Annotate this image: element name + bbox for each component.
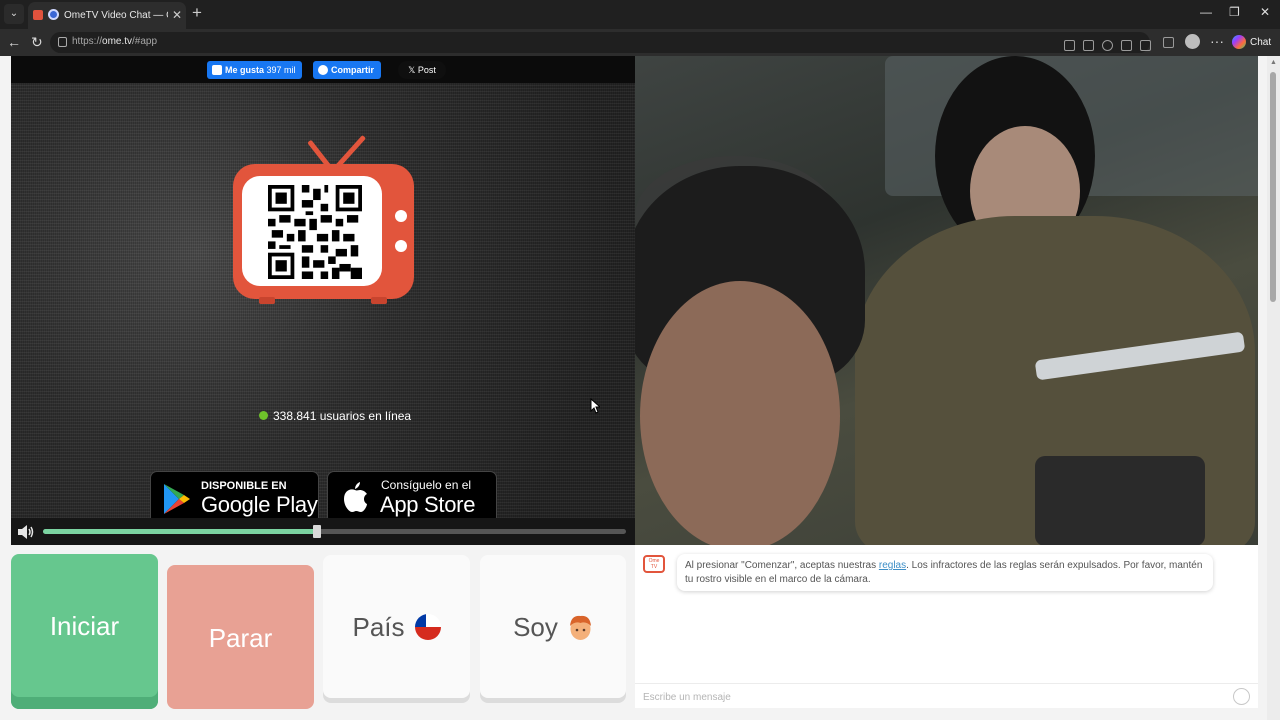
site-info-icon[interactable] (58, 37, 67, 47)
url-text: https://ome.tv/#app (72, 36, 158, 47)
google-play-badge[interactable]: DISPONIBLE EN Google Play (150, 471, 319, 524)
browser-tabbar: ⌄ OmeTV Video Chat — Omegle ✕ + — ❐ ✕ (0, 0, 1280, 29)
facebook-like-button[interactable]: Me gusta 397 mil (207, 61, 302, 79)
minimize-icon[interactable]: — (1200, 5, 1212, 19)
browser-address-bar: ← ↻ https://ome.tv/#app ··· Chat (0, 29, 1280, 56)
qr-code-icon (268, 185, 362, 279)
translate-icon[interactable] (1083, 40, 1094, 51)
chile-flag-icon (414, 614, 441, 640)
facebook-icon (318, 65, 328, 75)
app-available-icon[interactable] (1064, 40, 1075, 51)
scroll-thumb[interactable] (1270, 72, 1276, 302)
apple-logo-icon (344, 482, 367, 512)
stop-button[interactable]: Parar (167, 565, 314, 709)
ometv-logo-icon: Ome TV (643, 555, 665, 573)
mouse-cursor-icon (590, 398, 600, 414)
browser-tab-active[interactable]: OmeTV Video Chat — Omegle ✕ (28, 2, 186, 29)
tracking-icon[interactable] (1102, 40, 1113, 51)
message-input-bar (635, 683, 1258, 708)
favorites-icon[interactable] (1163, 37, 1174, 48)
url-field[interactable]: https://ome.tv/#app (50, 32, 1151, 53)
tab-actions-menu-icon[interactable]: ⌄ (4, 4, 24, 24)
facebook-share-button[interactable]: Compartir (313, 61, 381, 79)
online-users-status: 338.841 usuarios en línea (259, 409, 411, 423)
volume-handle[interactable] (313, 525, 321, 538)
back-icon[interactable]: ← (7, 33, 21, 51)
copilot-icon (1232, 35, 1246, 50)
volume-slider[interactable] (43, 525, 626, 538)
person-face (640, 281, 840, 545)
google-play-icon (164, 484, 190, 514)
tv-foot (259, 297, 275, 304)
chat-panel: Ome TV Al presionar "Comenzar", aceptas … (635, 545, 1258, 708)
tab-favicon-icon (33, 10, 43, 20)
more-menu-icon[interactable]: ··· (1210, 32, 1224, 50)
favorite-star-icon[interactable] (1121, 40, 1132, 51)
speaker-icon[interactable] (17, 524, 35, 540)
emoji-icon[interactable] (1233, 688, 1250, 705)
window-close-icon[interactable]: ✕ (1260, 5, 1270, 19)
copilot-chat-button[interactable]: Chat (1232, 34, 1271, 51)
tv-body (233, 164, 414, 299)
volume-bar (11, 518, 635, 545)
camera-in-use-icon[interactable] (1140, 40, 1151, 51)
ometv-tv-logo (231, 131, 416, 304)
rules-link[interactable]: reglas (879, 560, 906, 571)
profile-avatar[interactable] (1185, 34, 1200, 49)
tv-knob (395, 210, 407, 222)
gender-select-button[interactable]: Soy (480, 555, 626, 698)
thumbs-up-icon (212, 65, 222, 75)
boy-emoji-icon (568, 614, 593, 641)
local-video-panel: Me gusta 397 mil Compartir 𝕏 Post 338.84… (11, 56, 635, 545)
tv-foot (371, 297, 387, 304)
scroll-up-icon[interactable]: ▲ (1270, 59, 1277, 66)
start-button[interactable]: Iniciar (11, 554, 158, 709)
tab-recording-icon (48, 9, 59, 20)
app-store-badge[interactable]: Consíguelo en el App Store (327, 471, 497, 524)
x-logo-icon: 𝕏 (408, 65, 416, 75)
remote-video-panel (635, 56, 1258, 545)
message-input[interactable] (643, 689, 1213, 705)
x-post-button[interactable]: 𝕏 Post (398, 61, 446, 79)
restore-icon[interactable]: ❐ (1229, 5, 1240, 19)
tab-title: OmeTV Video Chat — Omegle (64, 10, 168, 21)
rules-notice-message: Al presionar "Comenzar", aceptas nuestra… (677, 554, 1213, 591)
tv-knob (395, 240, 407, 252)
page-scrollbar[interactable]: ▲ (1267, 56, 1280, 720)
reload-icon[interactable]: ↻ (31, 33, 43, 51)
equipment (1035, 456, 1205, 545)
online-indicator-icon (259, 411, 268, 420)
new-tab-icon[interactable]: + (192, 4, 202, 22)
country-select-button[interactable]: País (323, 555, 470, 698)
tab-close-icon[interactable]: ✕ (172, 8, 182, 22)
volume-fill (43, 529, 317, 534)
social-bar: Me gusta 397 mil Compartir 𝕏 Post (11, 56, 635, 83)
qr-code-panel (242, 176, 382, 286)
